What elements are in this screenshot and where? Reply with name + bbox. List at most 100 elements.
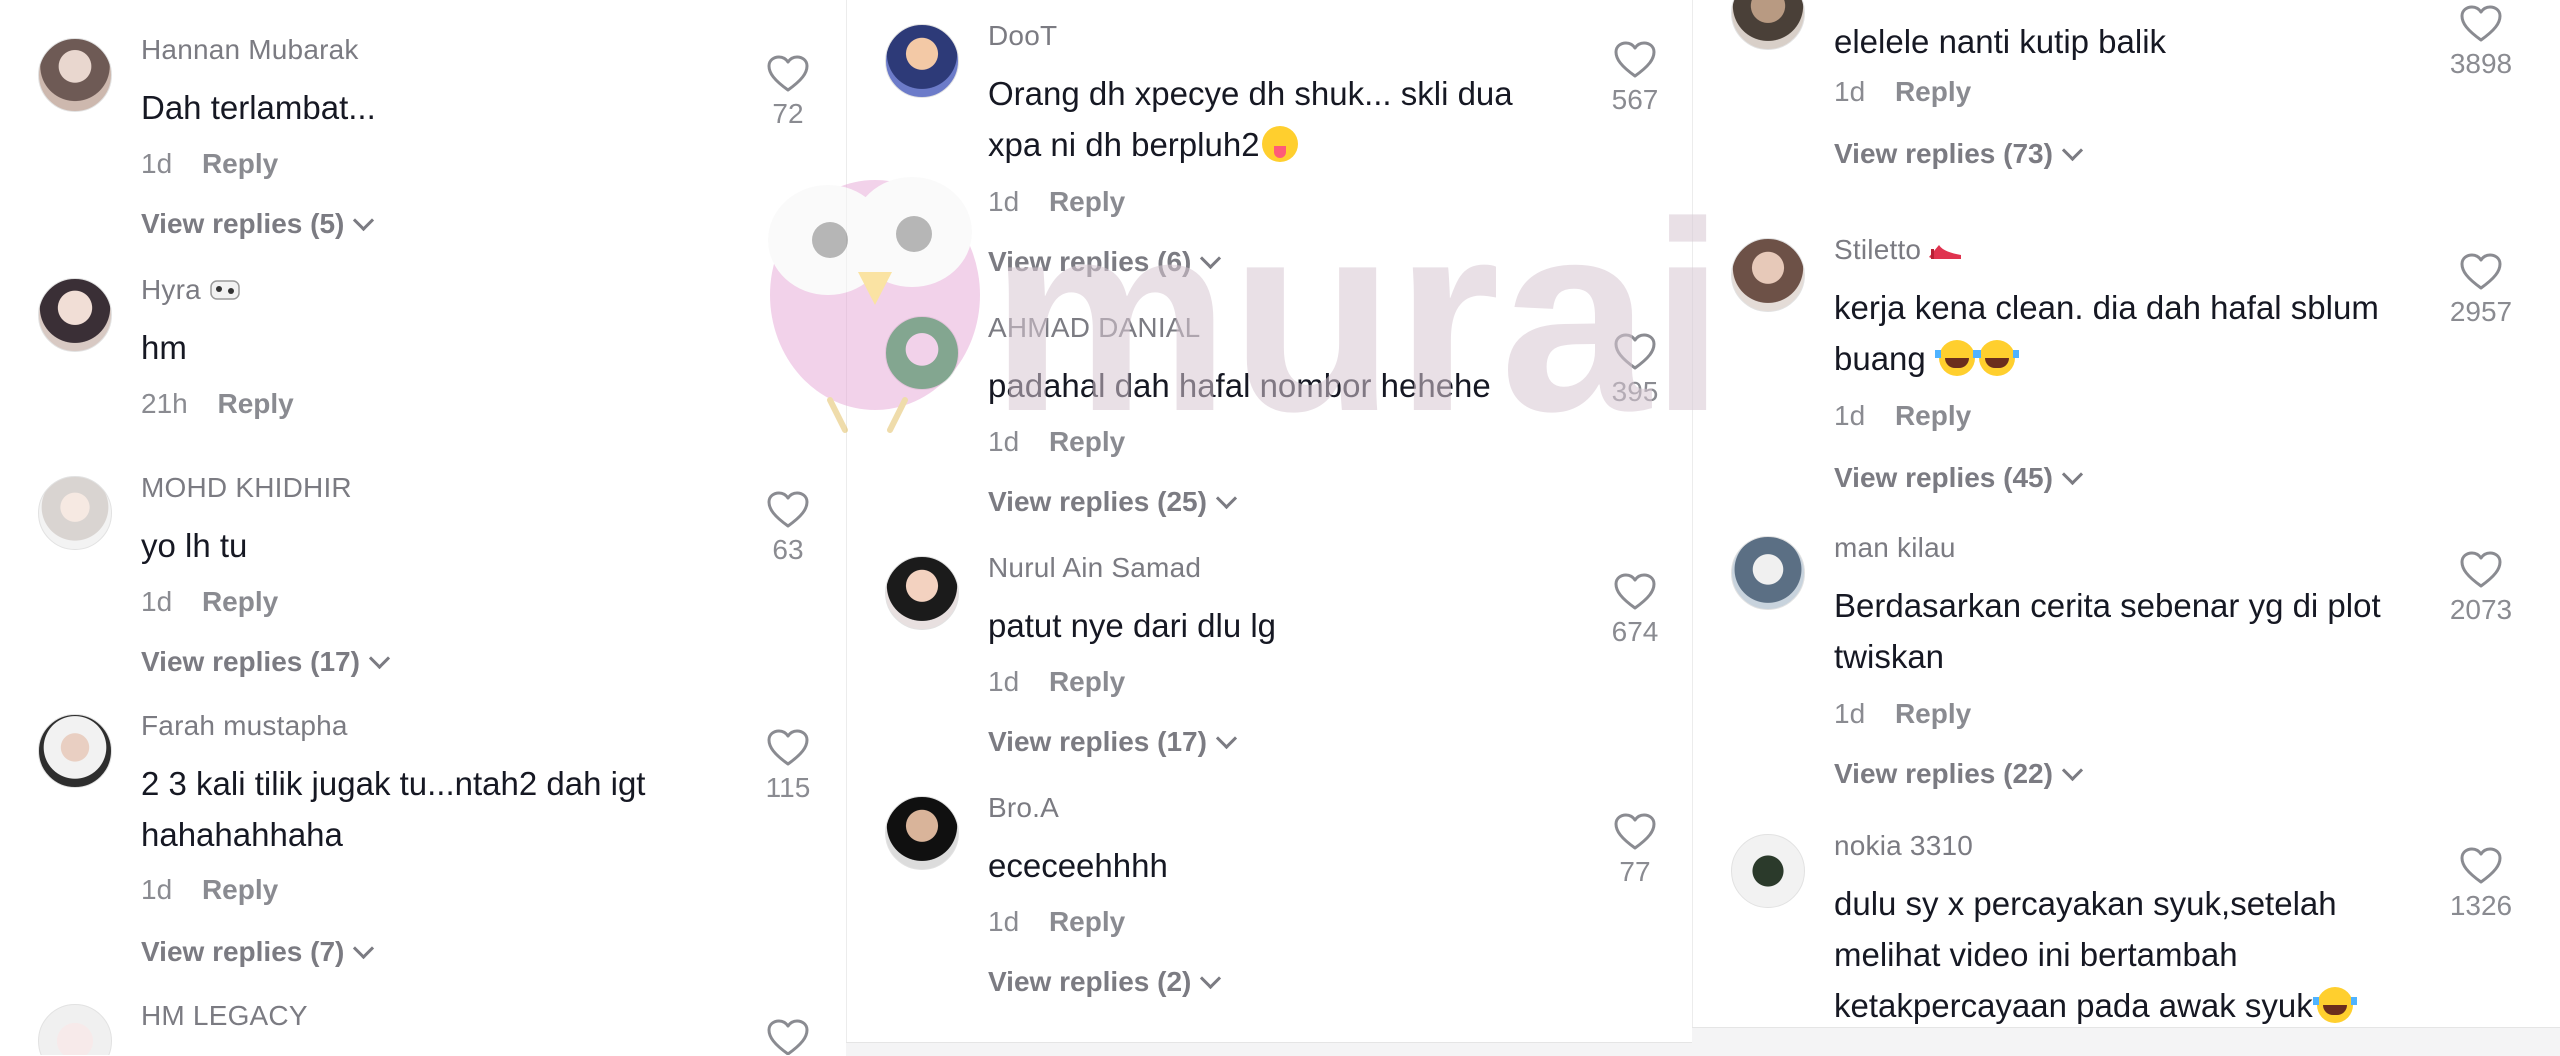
chevron-down-icon xyxy=(1200,967,1222,990)
view-replies-label: View replies (25) xyxy=(988,486,1207,517)
like-button[interactable]: 77 xyxy=(1595,812,1675,888)
comment-meta: 1d Reply xyxy=(988,906,1125,938)
reply-button[interactable]: Reply xyxy=(1049,666,1125,697)
avatar[interactable] xyxy=(1731,536,1805,610)
comment-username[interactable]: DooT xyxy=(988,20,1057,52)
comment-item: HM LEGACY xyxy=(0,1000,846,1055)
reply-button[interactable]: Reply xyxy=(1049,186,1125,217)
like-button[interactable]: 395 xyxy=(1595,332,1675,408)
comment-meta: 21h Reply xyxy=(141,388,294,420)
view-replies-button[interactable]: View replies (22) xyxy=(1834,758,2084,790)
view-replies-label: View replies (6) xyxy=(988,246,1192,277)
chevron-down-icon xyxy=(1200,247,1222,270)
like-button[interactable]: 115 xyxy=(748,728,828,804)
like-button[interactable]: 1326 xyxy=(2441,846,2521,922)
comment-username[interactable]: Bro.A xyxy=(988,792,1059,824)
heart-outline-icon xyxy=(2460,847,2502,884)
view-replies-button[interactable]: View replies (5) xyxy=(141,208,375,240)
comment-input-bar[interactable] xyxy=(1692,1027,2560,1056)
comment-username[interactable]: Farah mustapha xyxy=(141,710,348,742)
comment-meta: 1d Reply xyxy=(141,874,278,906)
avatar[interactable] xyxy=(885,556,959,630)
comment-time: 1d xyxy=(988,186,1020,217)
comment-username[interactable]: Stiletto xyxy=(1834,234,1965,266)
view-replies-button[interactable]: View replies (17) xyxy=(988,726,1238,758)
comment-time: 1d xyxy=(988,426,1020,457)
view-replies-button[interactable]: View replies (25) xyxy=(988,486,1238,518)
reply-button[interactable]: Reply xyxy=(202,874,278,905)
comment-item: Hannan Mubarak Dah terlambat... 1d Reply… xyxy=(0,34,846,258)
comment-username[interactable]: Hannan Mubarak xyxy=(141,34,359,66)
avatar[interactable] xyxy=(1731,834,1805,908)
comment-text: Dah terlambat... xyxy=(141,89,376,126)
avatar[interactable] xyxy=(38,476,112,550)
comment-text: patut nye dari dlu lg xyxy=(988,607,1277,644)
reply-button[interactable]: Reply xyxy=(1895,698,1971,729)
like-count: 115 xyxy=(765,772,811,803)
avatar[interactable] xyxy=(1731,238,1805,312)
comment-username[interactable]: HM LEGACY xyxy=(141,1000,308,1032)
comment-meta: 1d Reply xyxy=(141,148,278,180)
comment-text-label: dulu sy x percayakan syuk,setelah meliha… xyxy=(1834,885,2337,1024)
like-button[interactable]: 674 xyxy=(1595,572,1675,648)
avatar[interactable] xyxy=(38,714,112,788)
comment-username[interactable]: MOHD KHIDHIR xyxy=(141,472,352,504)
comment-username[interactable]: AHMAD DANIAL xyxy=(988,312,1200,344)
comment-text: yo lh tu xyxy=(141,527,248,564)
reply-button[interactable]: Reply xyxy=(1895,76,1971,107)
avatar[interactable] xyxy=(38,278,112,352)
view-replies-button[interactable]: View replies (73) xyxy=(1834,138,2084,170)
like-button[interactable]: 567 xyxy=(1595,40,1675,116)
avatar[interactable] xyxy=(885,24,959,98)
reply-button[interactable]: Reply xyxy=(202,586,278,617)
view-replies-button[interactable]: View replies (6) xyxy=(988,246,1222,278)
reply-button[interactable]: Reply xyxy=(218,388,294,419)
avatar[interactable] xyxy=(885,316,959,390)
comment-input-bar[interactable] xyxy=(846,1042,1692,1056)
comment-time: 1d xyxy=(1834,76,1866,107)
chevron-down-icon xyxy=(2061,759,2084,782)
heart-outline-icon xyxy=(2460,551,2502,588)
comment-meta: 1d Reply xyxy=(141,586,278,618)
comment-time: 1d xyxy=(141,148,173,179)
comment-item: Bro.A ecece​ehhhh 1d Reply View replies … xyxy=(847,792,1693,1016)
view-replies-button[interactable]: View replies (7) xyxy=(141,936,375,968)
like-button[interactable]: 72 xyxy=(748,54,828,130)
reply-button[interactable]: Reply xyxy=(1049,906,1125,937)
comment-username[interactable] xyxy=(1834,0,1874,4)
comment-item: elelele nanti kutip balik 1d Reply View … xyxy=(1693,0,2539,206)
comment-item: nokia 3310 dulu sy x percayakan syuk,set… xyxy=(1693,830,2539,1034)
avatar[interactable] xyxy=(1731,0,1805,50)
like-count: 77 xyxy=(1619,856,1651,887)
comment-username[interactable]: Hyra xyxy=(141,274,245,306)
heart-outline-icon xyxy=(1614,41,1656,78)
like-button[interactable] xyxy=(748,1018,828,1055)
avatar[interactable] xyxy=(885,796,959,870)
like-count: 395 xyxy=(1611,376,1659,407)
like-button[interactable]: 3898 xyxy=(2441,4,2521,80)
comment-time: 1d xyxy=(1834,400,1866,431)
comment-meta: 1d Reply xyxy=(988,666,1125,698)
like-button[interactable]: 2957 xyxy=(2441,252,2521,328)
comment-username-label: Hyra xyxy=(141,274,201,305)
high-heel-emoji-icon xyxy=(1929,245,1962,259)
view-replies-label: View replies (17) xyxy=(141,646,360,677)
view-replies-button[interactable]: View replies (45) xyxy=(1834,462,2084,494)
reply-button[interactable]: Reply xyxy=(1049,426,1125,457)
comment-text: elelele nanti kutip balik xyxy=(1834,23,2167,60)
view-replies-button[interactable]: View replies (17) xyxy=(141,646,391,678)
view-replies-button[interactable]: View replies (2) xyxy=(988,966,1222,998)
reply-button[interactable]: Reply xyxy=(1895,400,1971,431)
comment-username[interactable]: man kilau xyxy=(1834,532,1956,564)
like-button[interactable]: 63 xyxy=(748,490,828,566)
comment-username[interactable]: nokia 3310 xyxy=(1834,830,1973,862)
heart-outline-icon xyxy=(767,1019,809,1055)
avatar[interactable] xyxy=(38,1004,112,1055)
reply-button[interactable]: Reply xyxy=(202,148,278,179)
comment-username[interactable]: Nurul Ain Samad xyxy=(988,552,1201,584)
like-button[interactable]: 2073 xyxy=(2441,550,2521,626)
avatar[interactable] xyxy=(38,38,112,112)
laughing-emoji-icon xyxy=(1974,340,2019,376)
comment-meta: 1d Reply xyxy=(1834,76,1971,108)
comment-time: 1d xyxy=(141,586,173,617)
